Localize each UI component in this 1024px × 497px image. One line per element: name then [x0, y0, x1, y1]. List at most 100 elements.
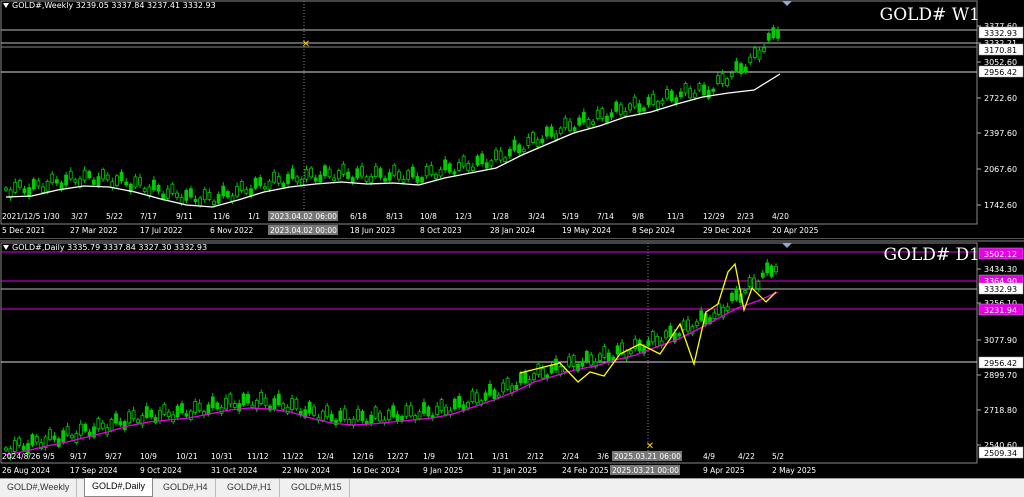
weekly-chart-pane[interactable]: GOLD#,Weekly 3239.05 3337.84 3237.41 333…	[0, 0, 1024, 239]
candle-body	[514, 384, 519, 390]
candle-body	[447, 163, 452, 173]
candle-body	[184, 413, 189, 417]
time-axis-label: 17 Sep 2024	[70, 466, 118, 475]
candle-body	[294, 398, 299, 410]
price-axis-label: 3231.94	[984, 306, 1017, 315]
candle-body	[536, 363, 541, 376]
candle-body	[609, 112, 614, 118]
candle-body	[581, 111, 586, 123]
price-axis-label: 2956.42	[984, 68, 1017, 77]
candle-body	[212, 200, 216, 205]
candle-body	[457, 396, 462, 408]
candle-body	[73, 179, 78, 183]
candle-body	[646, 340, 651, 347]
time-axis-label: 1/1	[248, 212, 260, 221]
weekly-price-chart[interactable]: ✕3377.603332.933232.213170.813052.602956…	[0, 0, 1024, 239]
candle-body	[193, 198, 198, 203]
candle-body	[475, 155, 480, 166]
candle-body	[149, 409, 154, 418]
candle-body	[404, 405, 409, 417]
candle-body	[228, 393, 233, 405]
candle-body	[668, 325, 673, 338]
candle-body	[124, 181, 129, 186]
candle-body	[651, 93, 656, 105]
weekly-symbol-label: GOLD# W1	[879, 5, 980, 25]
time-axis-label: 20 Apr 2025	[772, 226, 819, 235]
candle-body	[320, 410, 325, 421]
candle-body	[650, 331, 655, 343]
time-axis-label: 27 Mar 2022	[70, 226, 118, 235]
candle-body	[611, 356, 616, 361]
candle-body	[692, 92, 697, 98]
candle-body	[119, 171, 124, 182]
candle-body	[697, 83, 702, 91]
candle-body	[309, 167, 314, 178]
candle-body	[65, 426, 70, 436]
tab-gold-h1[interactable]: GOLD#,H1	[220, 479, 280, 497]
candle-body	[512, 139, 517, 151]
candle-body	[64, 174, 68, 186]
candle-body	[332, 177, 337, 181]
candle-body	[225, 191, 230, 198]
candle-body	[637, 103, 642, 113]
candle-body	[474, 392, 479, 404]
candle-body	[276, 393, 281, 406]
time-axis-label: 24 Feb 2025	[562, 466, 609, 475]
time-axis-label: 7/17	[140, 212, 157, 221]
candle-body	[401, 178, 406, 183]
candle-body	[429, 165, 434, 176]
candle-body	[41, 186, 45, 193]
candle-body	[734, 288, 739, 301]
tab-gold-h4[interactable]: GOLD#,H4	[156, 479, 216, 497]
candle-body	[435, 405, 440, 416]
time-axis-label: 8 Sep 2024	[632, 226, 675, 235]
candle-body	[70, 434, 74, 439]
candle-body	[760, 272, 765, 278]
candle-body	[36, 180, 41, 187]
candle-body	[488, 383, 492, 396]
candle-body	[224, 398, 228, 410]
candle-body	[422, 402, 426, 414]
candle-body	[614, 101, 619, 112]
price-axis-label: 3077.90	[984, 336, 1017, 345]
candle-body	[118, 421, 123, 426]
plot-frame	[0, 242, 978, 464]
time-axis-label: 1/21	[457, 452, 474, 461]
candle-body	[540, 138, 545, 144]
candle-body	[325, 405, 330, 418]
tab-gold-m15[interactable]: GOLD#,M15	[284, 479, 350, 497]
time-axis-label: 12/29	[703, 212, 725, 221]
candle-body	[286, 174, 290, 184]
candle-body	[101, 169, 105, 180]
candle-body	[549, 364, 554, 374]
tab-gold-weekly[interactable]: GOLD#,Weekly	[0, 479, 78, 497]
weekly-header-text: GOLD#,Weekly 3239.05 3337.84 3237.41 333…	[12, 1, 216, 10]
time-axis-label: 10/9	[140, 452, 157, 461]
daily-chart-pane[interactable]: GOLD#,Daily 3335.79 3337.84 3327.30 3332…	[0, 240, 1024, 476]
candle-body	[318, 174, 323, 183]
time-axis-label: 12/3	[455, 212, 472, 221]
candle-body	[197, 402, 202, 412]
candle-body	[729, 72, 734, 77]
price-axis-label: 2722.60	[984, 94, 1017, 103]
candle-body	[96, 176, 101, 187]
candle-body	[725, 306, 730, 312]
candle-body	[699, 310, 704, 321]
time-axis-label: 8/13	[386, 212, 403, 221]
daily-price-chart[interactable]: ✕3502.123434.303364.903332.933256.103231…	[0, 242, 1024, 476]
candle-body	[540, 368, 545, 379]
candle-body	[549, 126, 554, 137]
collapse-triangle-icon	[3, 3, 9, 8]
candle-body	[518, 372, 523, 384]
candle-body	[142, 188, 147, 192]
candle-body	[350, 177, 355, 183]
candle-body	[341, 163, 346, 175]
candle-body	[4, 447, 8, 451]
price-axis-label: 3170.81	[984, 46, 1017, 55]
candle-body	[158, 410, 162, 422]
candle-body	[45, 181, 50, 192]
candle-body	[347, 419, 352, 425]
tab-gold-daily[interactable]: GOLD#,Daily	[84, 478, 154, 497]
time-axis-label: 9/8	[632, 212, 644, 221]
price-axis-label: 3332.93	[984, 285, 1017, 294]
